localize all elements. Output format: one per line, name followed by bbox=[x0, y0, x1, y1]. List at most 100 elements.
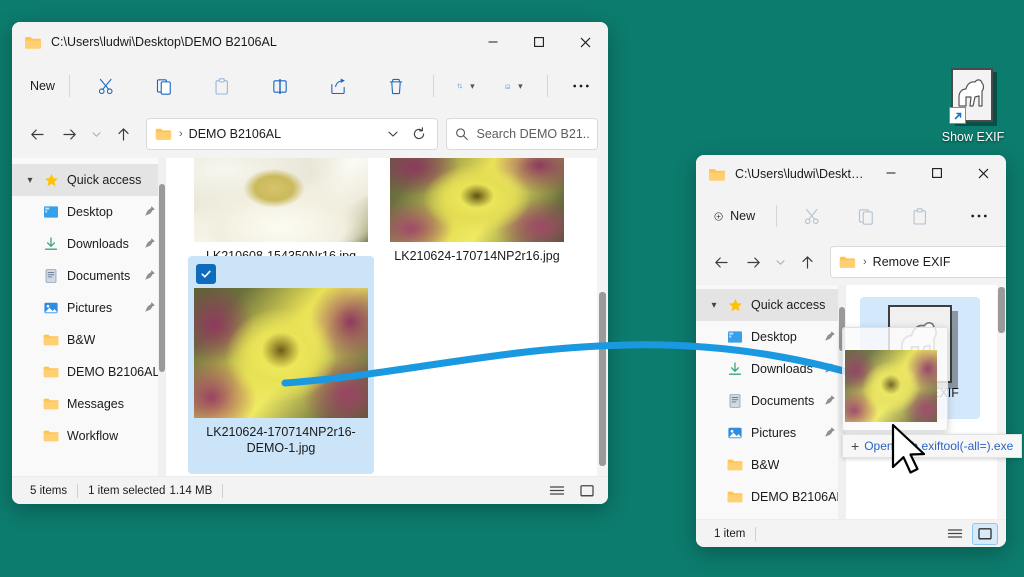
search-box[interactable]: Search DEMO B21... bbox=[446, 118, 598, 150]
maximize-button[interactable] bbox=[914, 155, 960, 192]
pin-icon[interactable] bbox=[144, 237, 156, 252]
pin-icon[interactable] bbox=[824, 394, 836, 409]
up-button[interactable] bbox=[792, 247, 822, 277]
paste-button[interactable] bbox=[205, 69, 239, 103]
cut-button[interactable] bbox=[89, 69, 123, 103]
sidebar-item-documents[interactable]: Documents bbox=[696, 385, 846, 417]
share-button[interactable] bbox=[321, 69, 355, 103]
explorer-window-main[interactable]: C:\Users\ludwi\Desktop\DEMO B2106AL New bbox=[12, 22, 608, 504]
pin-icon[interactable] bbox=[824, 362, 836, 377]
refresh-icon bbox=[412, 127, 426, 141]
sidebar-item-label: Desktop bbox=[751, 330, 797, 344]
desktop-icon bbox=[40, 204, 62, 220]
ellipsis-icon bbox=[970, 213, 988, 219]
delete-button[interactable] bbox=[379, 69, 413, 103]
copy-button[interactable] bbox=[147, 69, 181, 103]
pin-icon[interactable] bbox=[144, 205, 156, 220]
breadcrumb[interactable]: DEMO B2106AL bbox=[189, 127, 281, 141]
large-icons-view-button[interactable] bbox=[574, 480, 600, 502]
command-toolbar[interactable]: New bbox=[696, 193, 1006, 239]
folder-icon bbox=[839, 255, 856, 269]
sidebar-item-documents[interactable]: Documents bbox=[12, 260, 166, 292]
pin-icon[interactable] bbox=[144, 301, 156, 316]
navigation-bar[interactable]: › DEMO B2106AL Search DEMO B21... bbox=[12, 110, 608, 158]
breadcrumb-dropdown-button[interactable] bbox=[381, 121, 405, 147]
sidebar-item-workflow[interactable]: Workflow bbox=[12, 420, 166, 452]
minimize-button[interactable] bbox=[868, 155, 914, 192]
view-button[interactable]: ▾ bbox=[497, 69, 531, 103]
close-button[interactable] bbox=[960, 155, 1006, 192]
sidebar-scrollbar-thumb[interactable] bbox=[159, 184, 165, 372]
recent-locations-button[interactable] bbox=[86, 119, 106, 149]
address-bar[interactable]: › Remove EXIF bbox=[830, 246, 1006, 278]
maximize-button[interactable] bbox=[516, 22, 562, 62]
titlebar[interactable]: C:\Users\ludwi\Desktop\DEMO B2106AL bbox=[12, 22, 608, 62]
file-tile[interactable]: LK210608-154350Nr16.jpg bbox=[188, 158, 374, 272]
sidebar-item-downloads[interactable]: Downloads bbox=[12, 228, 166, 260]
copy-button[interactable] bbox=[849, 199, 883, 233]
breadcrumb[interactable]: Remove EXIF bbox=[873, 255, 951, 269]
pin-icon[interactable] bbox=[144, 269, 156, 284]
pin-icon[interactable] bbox=[824, 330, 836, 345]
maximize-icon bbox=[533, 36, 545, 48]
folder-icon bbox=[708, 167, 726, 182]
address-bar[interactable]: › DEMO B2106AL bbox=[146, 118, 438, 150]
list-view-button[interactable] bbox=[544, 480, 570, 502]
file-tile[interactable]: LK210624-170714NP2r16.jpg bbox=[384, 158, 570, 272]
sidebar-item-quick-access[interactable]: ▾ Quick access bbox=[696, 289, 846, 321]
up-button[interactable] bbox=[108, 119, 138, 149]
selection-count: 1 item selected bbox=[78, 485, 169, 497]
file-pane-scrollbar-thumb[interactable] bbox=[998, 287, 1005, 333]
search-input[interactable]: Search DEMO B21... bbox=[477, 127, 590, 141]
sidebar-item-quick-access[interactable]: ▾ Quick access bbox=[12, 164, 166, 196]
command-toolbar[interactable]: New bbox=[12, 62, 608, 110]
cut-button[interactable] bbox=[795, 199, 829, 233]
sidebar-item-label: B&W bbox=[751, 458, 779, 472]
chevron-down-icon: ▾ bbox=[518, 81, 523, 92]
file-tile[interactable]: LK210624-170714NP2r16-DEMO-1.jpg bbox=[188, 256, 374, 474]
sidebar-item-demo-b2106al[interactable]: DEMO B2106AL bbox=[696, 481, 846, 513]
chevron-down-icon[interactable]: ▾ bbox=[20, 175, 40, 186]
window-title: C:\Users\ludwi\Deskto... bbox=[735, 167, 868, 181]
paste-button[interactable] bbox=[903, 199, 937, 233]
chevron-down-icon[interactable]: ▾ bbox=[704, 300, 724, 311]
file-pane-scrollbar-thumb[interactable] bbox=[599, 292, 606, 466]
sidebar-item-demo-b2106al[interactable]: DEMO B2106AL bbox=[12, 356, 166, 388]
back-button[interactable] bbox=[706, 247, 736, 277]
sidebar-item-messages[interactable]: Messages bbox=[12, 388, 166, 420]
sidebar-item-label: Downloads bbox=[67, 237, 129, 251]
sidebar-item-pictures[interactable]: Pictures bbox=[696, 417, 846, 449]
minimize-button[interactable] bbox=[470, 22, 516, 62]
new-button[interactable]: New bbox=[22, 69, 60, 103]
titlebar[interactable]: C:\Users\ludwi\Deskto... bbox=[696, 155, 1006, 193]
selection-size: 1.14 MB bbox=[169, 485, 222, 497]
large-icons-view-button[interactable] bbox=[972, 523, 998, 545]
refresh-button[interactable] bbox=[407, 121, 431, 147]
navigation-bar[interactable]: › Remove EXIF bbox=[696, 239, 1006, 285]
new-button[interactable]: New bbox=[706, 199, 767, 233]
more-button[interactable] bbox=[564, 69, 598, 103]
navigation-pane[interactable]: ▾ Quick access Desktop Downloads bbox=[696, 285, 846, 519]
back-button[interactable] bbox=[22, 119, 52, 149]
desktop-icon-show-exif[interactable]: Show EXIF bbox=[930, 68, 1016, 144]
sidebar-item-desktop[interactable]: Desktop bbox=[12, 196, 166, 228]
close-button[interactable] bbox=[562, 22, 608, 62]
sort-button[interactable]: ▾ bbox=[449, 69, 483, 103]
recent-locations-button[interactable] bbox=[770, 247, 790, 277]
navigation-pane[interactable]: ▾ Quick access Desktop Download bbox=[12, 158, 166, 476]
rename-button[interactable] bbox=[263, 69, 297, 103]
forward-button[interactable] bbox=[54, 119, 84, 149]
forward-button[interactable] bbox=[738, 247, 768, 277]
file-list-pane[interactable]: LK210608-154350Nr16.jpg LK210624-170714N… bbox=[166, 158, 608, 476]
sidebar-item-bw[interactable]: B&W bbox=[12, 324, 166, 356]
pin-icon[interactable] bbox=[824, 426, 836, 441]
list-view-button[interactable] bbox=[942, 523, 968, 545]
sidebar-item-desktop[interactable]: Desktop bbox=[696, 321, 846, 353]
trash-icon bbox=[387, 77, 405, 96]
sidebar-item-label: Downloads bbox=[751, 362, 813, 376]
sidebar-item-downloads[interactable]: Downloads bbox=[696, 353, 846, 385]
sidebar-item-pictures[interactable]: Pictures bbox=[12, 292, 166, 324]
more-button[interactable] bbox=[962, 199, 996, 233]
selection-checkbox[interactable] bbox=[196, 264, 216, 284]
sidebar-item-bw[interactable]: B&W bbox=[696, 449, 846, 481]
